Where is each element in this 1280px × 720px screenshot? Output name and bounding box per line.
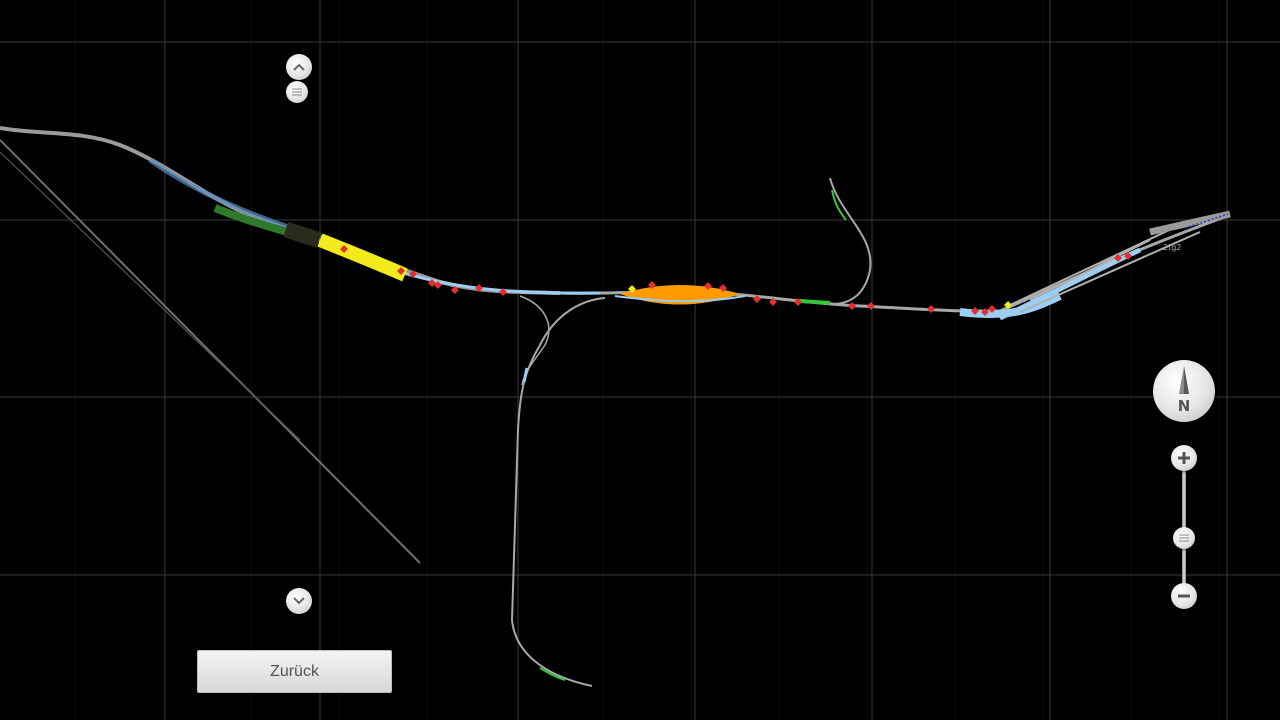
signal-marker[interactable] [867,302,875,310]
main-track-west [0,126,561,295]
track-label: 2tg2 [1163,243,1181,252]
zoom-out-button[interactable] [1171,583,1197,609]
signal-marker[interactable] [848,302,856,310]
slider-handle-icon [1179,534,1189,542]
branch-track-south-2 [519,295,550,386]
compass-icon: N [1178,366,1191,415]
dark-block [283,221,322,248]
yellow-section [317,233,408,282]
track-map[interactable]: 2tg2 [0,0,1280,720]
chevron-up-icon [293,63,305,71]
branch-green-north [831,189,847,221]
branch-track-south [510,297,606,687]
chevron-down-icon [293,597,305,605]
compass-label: N [1178,397,1191,415]
zoom-in-button[interactable] [1171,445,1197,471]
scroll-handle[interactable] [286,81,308,103]
minus-icon [1178,594,1190,598]
plus-icon [1178,452,1190,464]
back-button[interactable]: Zurück [197,650,392,693]
scroll-down-button[interactable] [286,588,312,614]
green-section-center [799,299,831,305]
map-grid [0,0,1280,720]
zoom-slider-handle[interactable] [1173,527,1195,549]
branch-green-south [539,667,566,681]
slider-handle-icon [292,88,302,96]
compass-button[interactable]: N [1153,360,1215,422]
scroll-up-button[interactable] [286,54,312,80]
green-section-west [213,204,297,238]
signal-marker[interactable] [927,305,935,313]
branch-blue-south [522,367,529,383]
diagonal-track [0,139,421,564]
branch-track-north [829,177,872,305]
